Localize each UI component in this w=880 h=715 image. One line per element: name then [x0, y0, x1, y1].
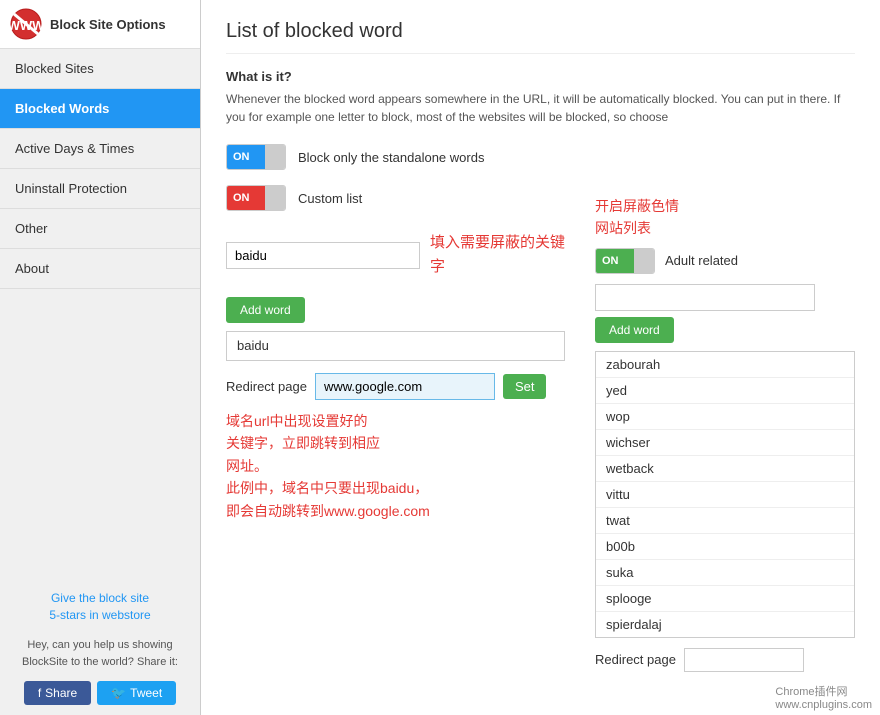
- custom-list-label: Custom list: [298, 191, 362, 206]
- sidebar-item-active-days[interactable]: Active Days & Times: [0, 129, 200, 169]
- custom-list-toggle-on: ON: [227, 186, 265, 210]
- list-item: vittu: [596, 482, 854, 508]
- page-title: List of blocked word: [226, 20, 855, 54]
- standalone-toggle-row: ON Block only the standalone words: [226, 144, 855, 170]
- toggle-off-area: [265, 145, 285, 169]
- promo-line2: 5-stars in webstore: [49, 608, 150, 622]
- adult-toggle[interactable]: ON: [595, 248, 655, 274]
- sidebar-item-blocked-sites[interactable]: Blocked Sites: [0, 49, 200, 89]
- list-item: wichser: [596, 430, 854, 456]
- sidebar-header: WWW Block Site Options: [0, 0, 200, 49]
- redirect-label: Redirect page: [226, 379, 307, 394]
- annotation-keyword: 填入需要屏蔽的关键字: [430, 231, 565, 279]
- list-item: zabourah: [596, 352, 854, 378]
- promo-line1: Give the block site: [51, 591, 149, 605]
- social-buttons: f Share 🐦 Tweet: [0, 675, 200, 715]
- redirect-row: Redirect page Set: [226, 373, 565, 400]
- adult-toggle-label: Adult related: [665, 253, 738, 268]
- add-word-button[interactable]: Add word: [226, 297, 305, 323]
- list-item: b00b: [596, 534, 854, 560]
- word-input-row: 填入需要屏蔽的关键字: [226, 221, 565, 289]
- standalone-toggle-label: Block only the standalone words: [298, 150, 484, 165]
- list-item: wop: [596, 404, 854, 430]
- annotation-redirect: 域名url中出现设置好的 关键字，立即跳转到相应 网址。 此例中，域名中只要出现…: [226, 410, 565, 522]
- sidebar-item-other[interactable]: Other: [0, 209, 200, 249]
- block-site-logo: WWW: [10, 8, 42, 40]
- custom-list-toggle[interactable]: ON: [226, 185, 286, 211]
- list-item: yed: [596, 378, 854, 404]
- adult-toggle-row: ON Adult related: [595, 248, 855, 274]
- twitter-tweet-button[interactable]: 🐦 Tweet: [97, 681, 176, 705]
- share-area: Hey, can you help us showing BlockSite t…: [0, 632, 200, 675]
- toggle-on-label: ON: [227, 145, 265, 169]
- annotation-adult-right: 开启屏蔽色情网站列表: [595, 195, 855, 240]
- watermark: Chrome插件网www.cnplugins.com: [775, 683, 872, 711]
- twitter-icon: 🐦: [111, 686, 126, 700]
- redirect-input[interactable]: [315, 373, 495, 400]
- description-text: Whenever the blocked word appears somewh…: [226, 90, 855, 126]
- list-item: wetback: [596, 456, 854, 482]
- right-word-input-row: [595, 284, 855, 311]
- set-button[interactable]: Set: [503, 374, 547, 399]
- main-content: List of blocked word What is it? Wheneve…: [201, 0, 880, 715]
- sidebar-nav: Blocked Sites Blocked Words Active Days …: [0, 49, 200, 582]
- right-add-word-button[interactable]: Add word: [595, 317, 674, 343]
- right-redirect-row: Redirect page: [595, 648, 855, 672]
- content-columns: ON Custom list 填入需要屏蔽的关键字 Add word baidu…: [226, 185, 855, 672]
- word-list-entry: baidu: [226, 331, 565, 361]
- sidebar: WWW Block Site Options Blocked Sites Blo…: [0, 0, 201, 715]
- sidebar-item-about[interactable]: About: [0, 249, 200, 289]
- right-redirect-input[interactable]: [684, 648, 804, 672]
- sidebar-item-blocked-words[interactable]: Blocked Words: [0, 89, 200, 129]
- list-item: suka: [596, 560, 854, 586]
- facebook-share-button[interactable]: f Share: [24, 681, 91, 705]
- facebook-icon: f: [38, 686, 41, 700]
- sidebar-promo: Give the block site 5-stars in webstore: [0, 582, 200, 632]
- custom-list-toggle-row: ON Custom list: [226, 185, 565, 211]
- adult-toggle-on: ON: [596, 249, 634, 273]
- adult-toggle-off: [634, 249, 654, 273]
- word-input[interactable]: [226, 242, 420, 269]
- right-column: 开启屏蔽色情网站列表 ON Adult related Add word zab…: [595, 185, 855, 672]
- right-word-list: zabourah yed wop wichser wetback vittu t…: [595, 351, 855, 638]
- what-is-it-label: What is it?: [226, 69, 855, 84]
- list-item: splooge: [596, 586, 854, 612]
- right-word-input[interactable]: [595, 284, 815, 311]
- left-column: ON Custom list 填入需要屏蔽的关键字 Add word baidu…: [226, 185, 565, 672]
- custom-list-toggle-off: [265, 186, 285, 210]
- sidebar-title: Block Site Options: [50, 17, 166, 32]
- standalone-toggle[interactable]: ON: [226, 144, 286, 170]
- right-redirect-label: Redirect page: [595, 652, 676, 667]
- list-item: spierdalaj: [596, 612, 854, 637]
- sidebar-item-uninstall-protection[interactable]: Uninstall Protection: [0, 169, 200, 209]
- list-item: twat: [596, 508, 854, 534]
